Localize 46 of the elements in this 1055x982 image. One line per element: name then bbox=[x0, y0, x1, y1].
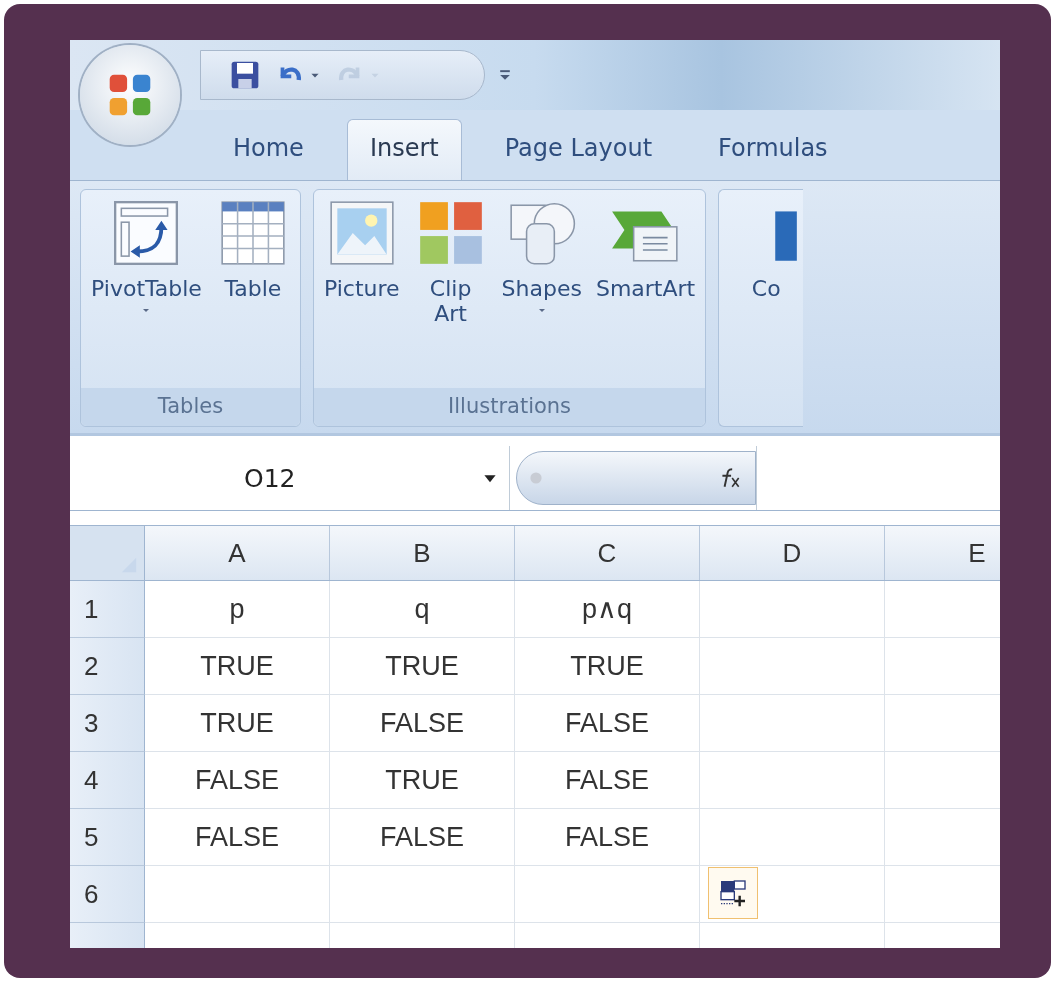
column-header[interactable]: E bbox=[885, 526, 1000, 580]
table-cell: FALSE bbox=[145, 809, 330, 866]
row-header[interactable]: 5 bbox=[70, 809, 145, 866]
table-cell: TRUE bbox=[330, 638, 515, 695]
column-header[interactable]: A bbox=[145, 526, 330, 580]
column-header[interactable]: D bbox=[700, 526, 885, 580]
table-button[interactable]: Table bbox=[215, 196, 290, 302]
row-header[interactable]: 3 bbox=[70, 695, 145, 752]
table-cell: FALSE bbox=[330, 809, 515, 866]
ribbon-tab[interactable]: Page Layout bbox=[481, 119, 676, 180]
circle-icon bbox=[529, 471, 543, 485]
ribbon-tab[interactable]: Formulas bbox=[695, 119, 851, 180]
table-cell: FALSE bbox=[515, 809, 700, 866]
column-header[interactable]: B bbox=[330, 526, 515, 580]
table-cell: FALSE bbox=[515, 752, 700, 809]
bar-icon bbox=[775, 211, 798, 261]
save-button[interactable] bbox=[229, 59, 261, 91]
table-cell: FALSE bbox=[330, 695, 515, 752]
paste-options-icon-drawing bbox=[717, 877, 749, 909]
table-cell: p∧q bbox=[515, 581, 700, 638]
paste-options-icon[interactable] bbox=[708, 867, 758, 919]
picture-button[interactable]: Picture bbox=[323, 196, 400, 302]
ribbon-tab[interactable]: Insert bbox=[346, 119, 462, 180]
table-cell: FALSE bbox=[515, 695, 700, 752]
row-header[interactable]: 6 bbox=[70, 866, 145, 923]
pivottable-button[interactable]: PivotTable bbox=[91, 196, 202, 316]
table-cell: p bbox=[145, 581, 330, 638]
insert-function-button[interactable] bbox=[516, 451, 756, 505]
smartart-button[interactable]: SmartArt bbox=[595, 196, 696, 302]
group-label: Tables bbox=[81, 388, 300, 426]
group-label: Illustrations bbox=[313, 388, 706, 426]
clipart-button[interactable]: Clip Art bbox=[413, 196, 488, 327]
column-header[interactable]: C bbox=[515, 526, 700, 580]
row-header[interactable]: 4 bbox=[70, 752, 145, 809]
row-header[interactable]: 2 bbox=[70, 638, 145, 695]
ribbon-tab[interactable]: Home bbox=[210, 119, 327, 180]
table-cell: q bbox=[330, 581, 515, 638]
row-header[interactable]: 1 bbox=[70, 581, 145, 638]
table-cell: FALSE bbox=[145, 752, 330, 809]
table-cell: TRUE bbox=[145, 695, 330, 752]
table-cell: TRUE bbox=[330, 752, 515, 809]
chart-button[interactable]: Co bbox=[729, 196, 804, 302]
table-cell: TRUE bbox=[145, 638, 330, 695]
table-cell: TRUE bbox=[515, 638, 700, 695]
shapes-button[interactable]: Shapes bbox=[501, 196, 582, 316]
name-box[interactable]: O12 bbox=[70, 446, 510, 510]
